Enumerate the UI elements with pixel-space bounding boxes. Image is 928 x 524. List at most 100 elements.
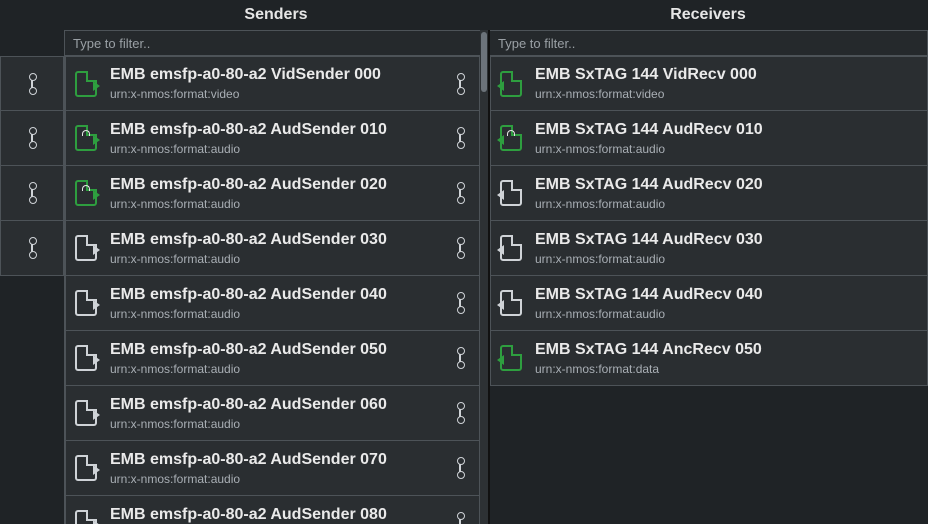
receiver-icon: [500, 290, 522, 316]
connector-icon: [455, 237, 465, 259]
receiver-icon: [500, 125, 522, 151]
receiver-row[interactable]: EMB SxTAG 144 AudRecv 020 urn:x-nmos:form…: [490, 166, 928, 221]
receivers-filter-input[interactable]: [498, 36, 919, 51]
sender-title: EMB emsfp-a0-80-a2 AudSender 070: [110, 451, 437, 469]
sender-row[interactable]: EMB emsfp-a0-80-a2 AudSender 040 urn:x-nm…: [65, 276, 480, 331]
connector-icon: [455, 292, 465, 314]
receiver-format: urn:x-nmos:format:audio: [535, 307, 921, 321]
left-rail: [0, 30, 64, 524]
row-connector[interactable]: [447, 347, 473, 369]
sender-title: EMB emsfp-a0-80-a2 AudSender 080: [110, 506, 437, 524]
main-columns: EMB emsfp-a0-80-a2 VidSender 000 urn:x-nm…: [0, 30, 928, 524]
sender-format: urn:x-nmos:format:audio: [110, 142, 437, 156]
sender-title: EMB emsfp-a0-80-a2 AudSender 010: [110, 121, 437, 139]
row-connector[interactable]: [447, 182, 473, 204]
sender-row[interactable]: EMB emsfp-a0-80-a2 AudSender 050 urn:x-nm…: [65, 331, 480, 386]
receivers-filter[interactable]: [490, 30, 928, 56]
column-headers: Senders Receivers: [0, 0, 928, 30]
receiver-title: EMB SxTAG 144 AncRecv 050: [535, 341, 921, 359]
connector-icon: [27, 237, 37, 259]
connector-icon: [27, 182, 37, 204]
sender-icon: [75, 510, 97, 524]
receiver-row[interactable]: EMB SxTAG 144 AudRecv 030 urn:x-nmos:form…: [490, 221, 928, 276]
row-connector[interactable]: [447, 237, 473, 259]
rail-connector-cell[interactable]: [0, 111, 64, 166]
row-connector[interactable]: [447, 512, 473, 524]
sender-icon: [75, 125, 97, 151]
receivers-panel: EMB SxTAG 144 VidRecv 000 urn:x-nmos:form…: [488, 30, 928, 524]
sender-format: urn:x-nmos:format:audio: [110, 252, 437, 266]
sender-row[interactable]: EMB emsfp-a0-80-a2 AudSender 030 urn:x-nm…: [65, 221, 480, 276]
senders-scrollbar[interactable]: [480, 30, 488, 524]
connector-icon: [27, 127, 37, 149]
sender-title: EMB emsfp-a0-80-a2 AudSender 060: [110, 396, 437, 414]
receiver-icon: [500, 180, 522, 206]
receivers-header: Receivers: [488, 6, 928, 24]
senders-panel: EMB emsfp-a0-80-a2 VidSender 000 urn:x-nm…: [64, 30, 488, 524]
connector-icon: [455, 512, 465, 524]
sender-row[interactable]: EMB emsfp-a0-80-a2 AudSender 060 urn:x-nm…: [65, 386, 480, 441]
receiver-format: urn:x-nmos:format:data: [535, 362, 921, 376]
sender-icon: [75, 455, 97, 481]
sender-title: EMB emsfp-a0-80-a2 AudSender 050: [110, 341, 437, 359]
senders-header: Senders: [64, 6, 488, 24]
sender-row[interactable]: EMB emsfp-a0-80-a2 AudSender 020 urn:x-nm…: [65, 166, 480, 221]
receiver-title: EMB SxTAG 144 AudRecv 020: [535, 176, 921, 194]
sender-row[interactable]: EMB emsfp-a0-80-a2 AudSender 070 urn:x-nm…: [65, 441, 480, 496]
sender-icon: [75, 345, 97, 371]
rail-connector-cell[interactable]: [0, 166, 64, 221]
connector-icon: [455, 457, 465, 479]
receiver-icon: [500, 345, 522, 371]
rail-connector-cell[interactable]: [0, 221, 64, 276]
receiver-format: urn:x-nmos:format:audio: [535, 142, 921, 156]
connector-icon: [455, 73, 465, 95]
sender-format: urn:x-nmos:format:audio: [110, 197, 437, 211]
receiver-format: urn:x-nmos:format:audio: [535, 252, 921, 266]
receiver-title: EMB SxTAG 144 AudRecv 040: [535, 286, 921, 304]
sender-icon: [75, 400, 97, 426]
sender-icon: [75, 71, 97, 97]
sender-row[interactable]: EMB emsfp-a0-80-a2 AudSender 080urn:x-nm…: [65, 496, 480, 524]
receivers-list: EMB SxTAG 144 VidRecv 000 urn:x-nmos:form…: [490, 56, 928, 524]
sender-row[interactable]: EMB emsfp-a0-80-a2 VidSender 000 urn:x-nm…: [65, 56, 480, 111]
sender-icon: [75, 235, 97, 261]
connector-icon: [455, 402, 465, 424]
sender-icon: [75, 290, 97, 316]
receiver-title: EMB SxTAG 144 AudRecv 010: [535, 121, 921, 139]
sender-title: EMB emsfp-a0-80-a2 AudSender 030: [110, 231, 437, 249]
receiver-row[interactable]: EMB SxTAG 144 AudRecv 040 urn:x-nmos:form…: [490, 276, 928, 331]
sender-format: urn:x-nmos:format:audio: [110, 417, 437, 431]
sender-icon: [75, 180, 97, 206]
senders-list: EMB emsfp-a0-80-a2 VidSender 000 urn:x-nm…: [65, 56, 488, 524]
row-connector[interactable]: [447, 457, 473, 479]
rail-connector-cell[interactable]: [0, 56, 64, 111]
sender-title: EMB emsfp-a0-80-a2 AudSender 040: [110, 286, 437, 304]
receiver-row[interactable]: EMB SxTAG 144 VidRecv 000 urn:x-nmos:form…: [490, 56, 928, 111]
receiver-row[interactable]: EMB SxTAG 144 AudRecv 010 urn:x-nmos:form…: [490, 111, 928, 166]
connector-icon: [455, 347, 465, 369]
receiver-format: urn:x-nmos:format:video: [535, 87, 921, 101]
sender-format: urn:x-nmos:format:audio: [110, 307, 437, 321]
receiver-title: EMB SxTAG 144 AudRecv 030: [535, 231, 921, 249]
receiver-title: EMB SxTAG 144 VidRecv 000: [535, 66, 921, 84]
sender-format: urn:x-nmos:format:audio: [110, 362, 437, 376]
sender-format: urn:x-nmos:format:video: [110, 87, 437, 101]
sender-format: urn:x-nmos:format:audio: [110, 472, 437, 486]
receiver-icon: [500, 235, 522, 261]
row-connector[interactable]: [447, 402, 473, 424]
row-connector[interactable]: [447, 127, 473, 149]
receiver-icon: [500, 71, 522, 97]
receiver-row[interactable]: EMB SxTAG 144 AncRecv 050 urn:x-nmos:form…: [490, 331, 928, 386]
connector-icon: [455, 127, 465, 149]
row-connector[interactable]: [447, 292, 473, 314]
row-connector[interactable]: [447, 73, 473, 95]
sender-title: EMB emsfp-a0-80-a2 AudSender 020: [110, 176, 437, 194]
connector-icon: [27, 73, 37, 95]
sender-row[interactable]: EMB emsfp-a0-80-a2 AudSender 010 urn:x-nm…: [65, 111, 480, 166]
connector-icon: [455, 182, 465, 204]
senders-filter-input[interactable]: [73, 36, 479, 51]
sender-title: EMB emsfp-a0-80-a2 VidSender 000: [110, 66, 437, 84]
scrollbar-thumb[interactable]: [481, 32, 487, 92]
senders-filter[interactable]: [65, 30, 488, 56]
receiver-format: urn:x-nmos:format:audio: [535, 197, 921, 211]
